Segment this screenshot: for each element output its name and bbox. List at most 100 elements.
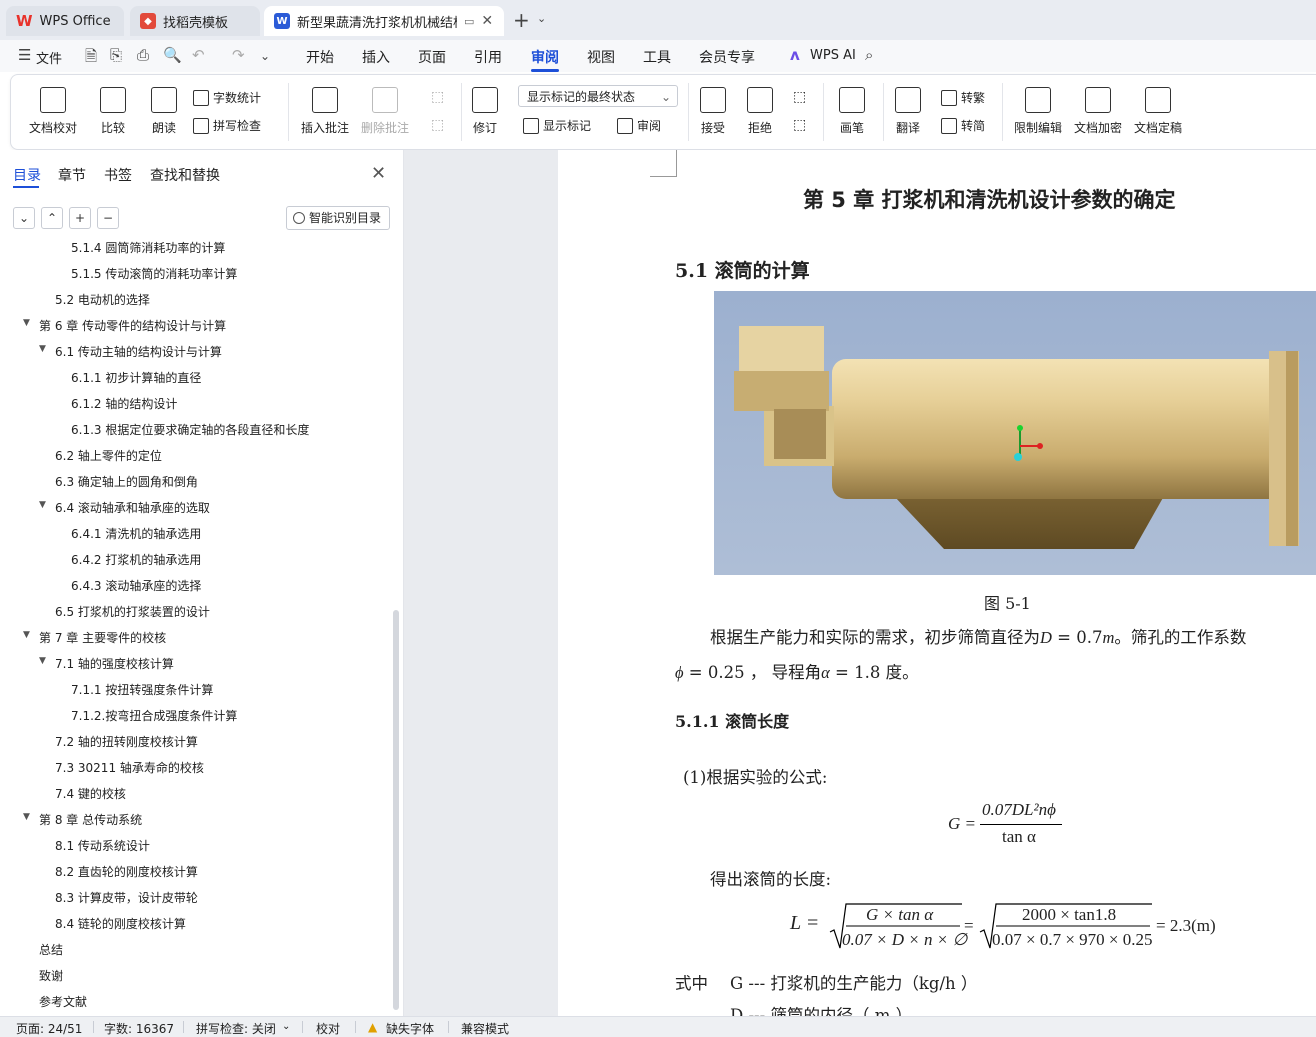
finalize-button[interactable]: 文档定稿 bbox=[1134, 87, 1182, 136]
tab-wps-office[interactable]: W WPS Office bbox=[6, 6, 124, 36]
toc-item[interactable]: ▼ 第 6 章 传动零件的结构设计与计算 bbox=[23, 317, 226, 334]
menu-insert[interactable]: 插入 bbox=[362, 47, 390, 67]
menu-membership[interactable]: 会员专享 bbox=[699, 47, 755, 67]
toc-item[interactable]: 参考文献 bbox=[39, 993, 87, 1010]
more-chevron-icon[interactable]: ⌄ bbox=[260, 49, 270, 63]
status-proof[interactable]: 校对 bbox=[316, 1020, 340, 1037]
redo-icon[interactable]: ↷ bbox=[232, 46, 245, 64]
toc-item[interactable]: ▼ 第 8 章 总传动系统 bbox=[23, 811, 142, 828]
doc-check-button[interactable]: 文档校对 bbox=[29, 87, 77, 136]
show-markup-button[interactable]: 显示标记 bbox=[523, 117, 591, 134]
collapse-up-icon[interactable]: ⌃ bbox=[41, 207, 63, 229]
toc-item[interactable]: ▼ 6.4 滚动轴承和轴承座的选取 bbox=[39, 499, 210, 516]
toc-item[interactable]: 8.4 链轮的刚度校核计算 bbox=[55, 915, 186, 932]
undo-icon[interactable]: ↶ bbox=[192, 46, 205, 64]
expand-arrow-icon[interactable]: ▼ bbox=[23, 630, 30, 640]
toc-item[interactable]: 6.1.3 根据定位要求确定轴的各段直径和长度 bbox=[71, 421, 309, 438]
toc-item[interactable]: 5.1.5 传动滚筒的消耗功率计算 bbox=[71, 265, 237, 282]
restrict-edit-button[interactable]: 限制编辑 bbox=[1014, 87, 1062, 136]
prev-change-icon[interactable]: ⬚ bbox=[793, 89, 806, 105]
toc-item[interactable]: 致谢 bbox=[39, 967, 63, 984]
toc-item[interactable]: 7.1.2.按弯扭合成强度条件计算 bbox=[71, 707, 237, 724]
toc-item[interactable]: 6.5 打浆机的打浆装置的设计 bbox=[55, 603, 210, 620]
toc-item[interactable]: ▼ 7.1 轴的强度校核计算 bbox=[39, 655, 174, 672]
document-page[interactable]: 第 5 章 打浆机和清洗机设计参数的确定 5.1 滚筒的计算 图 5-1 根据生… bbox=[558, 150, 1316, 1016]
to-simplified-button[interactable]: 转简 bbox=[941, 117, 985, 134]
toc-item[interactable]: 6.4.3 滚动轴承座的选择 bbox=[71, 577, 201, 594]
menu-home[interactable]: 开始 bbox=[306, 47, 334, 67]
toc-item[interactable]: 6.1.2 轴的结构设计 bbox=[71, 395, 177, 412]
encrypt-button[interactable]: 文档加密 bbox=[1074, 87, 1122, 136]
close-tab-icon[interactable]: ✕ bbox=[481, 13, 493, 29]
spell-check-button[interactable]: 拼写检查 bbox=[193, 117, 261, 134]
word-count-button[interactable]: 字数统计 bbox=[193, 89, 261, 106]
toc-item[interactable]: ▼ 第 7 章 主要零件的校核 bbox=[23, 629, 166, 646]
toc-item[interactable]: 7.2 轴的扭转刚度校核计算 bbox=[55, 733, 198, 750]
expand-arrow-icon[interactable]: ▼ bbox=[39, 344, 46, 354]
toc-scrollbar[interactable] bbox=[393, 610, 399, 1010]
toc-item[interactable]: 总结 bbox=[39, 941, 63, 958]
accept-button[interactable]: 接受 bbox=[700, 87, 726, 136]
toc-item[interactable]: 6.4.2 打浆机的轴承选用 bbox=[71, 551, 201, 568]
smart-toc-button[interactable]: 智能识别目录 bbox=[286, 206, 390, 230]
review-pane-button[interactable]: 审阅 bbox=[617, 117, 661, 134]
status-spell[interactable]: 拼写检查: 关闭 bbox=[196, 1020, 276, 1037]
expand-arrow-icon[interactable]: ▼ bbox=[23, 812, 30, 822]
print-icon[interactable]: ⎙ bbox=[137, 46, 149, 64]
menu-view[interactable]: 视图 bbox=[587, 47, 615, 67]
status-page[interactable]: 页面: 24/51 bbox=[16, 1020, 82, 1037]
menu-tools[interactable]: 工具 bbox=[643, 47, 671, 67]
revise-button[interactable]: 修订 bbox=[472, 87, 498, 136]
status-missing-font[interactable]: 缺失字体 bbox=[386, 1020, 434, 1037]
toc-item[interactable]: 6.4.1 清洗机的轴承选用 bbox=[71, 525, 201, 542]
toc-item[interactable]: 8.3 计算皮带，设计皮带轮 bbox=[55, 889, 198, 906]
insert-comment-button[interactable]: 插入批注 bbox=[301, 87, 349, 136]
toc-item[interactable]: 7.4 键的校核 bbox=[55, 785, 126, 802]
search-icon[interactable]: ⌕ bbox=[865, 46, 873, 64]
toc-item[interactable]: 6.3 确定轴上的圆角和倒角 bbox=[55, 473, 198, 490]
toc-item[interactable]: 5.2 电动机的选择 bbox=[55, 291, 150, 308]
expand-down-icon[interactable]: ⌄ bbox=[13, 207, 35, 229]
toc-item[interactable]: 7.1.1 按扭转强度条件计算 bbox=[71, 681, 213, 698]
chevron-down-icon[interactable]: ⌄ bbox=[537, 12, 546, 25]
toc-item[interactable]: 6.1.1 初步计算轴的直径 bbox=[71, 369, 201, 386]
menu-review[interactable]: 审阅 bbox=[531, 47, 559, 67]
menu-file[interactable]: 文件 bbox=[36, 48, 62, 67]
menu-lines-icon[interactable]: ☰ bbox=[18, 46, 31, 64]
monitor-icon[interactable]: ▭ bbox=[464, 15, 474, 28]
print-preview-icon[interactable]: 🔍 bbox=[163, 46, 182, 64]
panel-tab-find-replace[interactable]: 查找和替换 bbox=[150, 165, 220, 185]
menu-wps-ai[interactable]: WPS AI bbox=[810, 48, 856, 63]
translate-button[interactable]: 翻译 bbox=[895, 87, 921, 136]
toc-item[interactable]: 8.2 直齿轮的刚度校核计算 bbox=[55, 863, 198, 880]
status-words[interactable]: 字数: 16367 bbox=[104, 1020, 174, 1037]
markup-state-select[interactable]: 显示标记的最终状态 ⌄ bbox=[518, 85, 678, 107]
menu-references[interactable]: 引用 bbox=[474, 47, 502, 67]
new-tab-icon[interactable]: + bbox=[513, 8, 530, 32]
to-traditional-button[interactable]: 转繁 bbox=[941, 89, 985, 106]
toc-item[interactable]: 5.1.4 圆筒筛消耗功率的计算 bbox=[71, 239, 225, 256]
export-icon[interactable]: ⎘ bbox=[110, 46, 122, 64]
save-icon[interactable]: 🗎 bbox=[85, 46, 97, 71]
expand-arrow-icon[interactable]: ▼ bbox=[23, 318, 30, 328]
reject-button[interactable]: 拒绝 bbox=[747, 87, 773, 136]
next-change-icon[interactable]: ⬚ bbox=[793, 117, 806, 133]
panel-tab-bookmarks[interactable]: 书签 bbox=[104, 165, 132, 185]
menu-page[interactable]: 页面 bbox=[418, 47, 446, 67]
compare-button[interactable]: 比较 bbox=[100, 87, 126, 136]
expand-arrow-icon[interactable]: ▼ bbox=[39, 656, 46, 666]
toc-item[interactable]: 8.1 传动系统设计 bbox=[55, 837, 150, 854]
remove-icon[interactable]: − bbox=[97, 207, 119, 229]
expand-arrow-icon[interactable]: ▼ bbox=[39, 500, 46, 510]
toc-item[interactable]: ▼ 6.1 传动主轴的结构设计与计算 bbox=[39, 343, 222, 360]
tab-docer-templates[interactable]: ◆ 找稻壳模板 bbox=[130, 6, 260, 36]
toc-item[interactable]: 7.3 30211 轴承寿命的校核 bbox=[55, 759, 204, 776]
next-comment-icon[interactable]: ⬚ bbox=[431, 117, 444, 133]
toc-item[interactable]: 6.2 轴上零件的定位 bbox=[55, 447, 162, 464]
tab-document[interactable]: W 新型果蔬清洗打浆机机械结构设 ▭ ✕ bbox=[264, 6, 504, 36]
panel-tab-toc[interactable]: 目录 bbox=[13, 165, 41, 185]
read-aloud-button[interactable]: 朗读 bbox=[151, 87, 177, 136]
prev-comment-icon[interactable]: ⬚ bbox=[431, 89, 444, 105]
panel-tab-chapters[interactable]: 章节 bbox=[58, 165, 86, 185]
close-icon[interactable]: ✕ bbox=[371, 163, 386, 184]
